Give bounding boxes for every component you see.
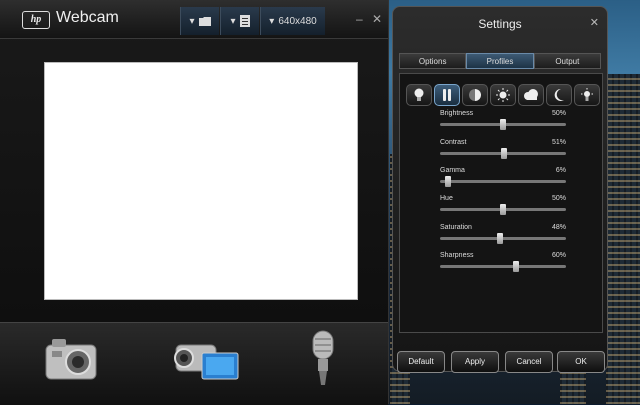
slider-contrast: Contrast 51% — [440, 139, 566, 163]
apply-button[interactable]: Apply — [451, 351, 499, 373]
preset-half-moon-light[interactable] — [462, 84, 488, 106]
moon-icon — [554, 88, 564, 101]
chevron-down-icon: ▾ — [230, 15, 236, 27]
preset-sun[interactable] — [490, 84, 516, 106]
resolution-dropdown[interactable]: ▾ 640x480 — [260, 7, 325, 35]
fluorescent-icon — [443, 89, 451, 101]
slider-label: Hue — [440, 195, 453, 202]
tab-output[interactable]: Output — [533, 53, 601, 69]
ok-button[interactable]: OK — [557, 351, 605, 373]
slider-label: Contrast — [440, 139, 467, 146]
camera-preview — [44, 62, 358, 300]
slider-saturation: Saturation 48% — [440, 224, 566, 248]
microphone-icon[interactable] — [308, 329, 338, 389]
slider-label: Brightness — [440, 110, 474, 117]
slider-thumb[interactable] — [500, 119, 506, 130]
slider-value: 60% — [551, 252, 566, 259]
building — [606, 74, 640, 404]
slider-label: Sharpness — [440, 252, 474, 259]
settings-tabs: Options Profiles Output — [399, 53, 601, 69]
slider-thumb[interactable] — [501, 148, 508, 159]
preset-moon[interactable] — [546, 84, 572, 106]
settings-title: Settings — [478, 17, 522, 31]
slider-value: 6% — [555, 167, 566, 174]
preset-row — [406, 84, 600, 106]
close-button[interactable]: ✕ — [590, 16, 599, 29]
spotlight-icon — [581, 88, 593, 101]
preset-spotlight[interactable] — [574, 84, 600, 106]
document-dropdown-button[interactable]: ▾ — [220, 7, 259, 35]
folder-icon — [198, 17, 211, 26]
default-button[interactable]: Default — [397, 351, 445, 373]
camera-icon[interactable] — [44, 337, 100, 383]
slider-label: Gamma — [440, 167, 465, 174]
window-title: Webcam — [56, 9, 119, 26]
folder-dropdown-button[interactable]: ▾ — [180, 7, 219, 35]
slider-thumb[interactable] — [500, 204, 506, 215]
lamp-icon — [414, 88, 424, 101]
tab-profiles[interactable]: Profiles — [466, 53, 534, 69]
slider-brightness: Brightness 50% — [440, 110, 566, 134]
cloudy-icon — [524, 89, 538, 100]
slider-thumb[interactable] — [512, 261, 519, 272]
tab-options[interactable]: Options — [399, 53, 467, 69]
preset-fluorescent[interactable] — [434, 84, 460, 106]
chevron-down-icon: ▾ — [189, 15, 195, 27]
preset-cloudy[interactable] — [518, 84, 544, 106]
slider-thumb[interactable] — [444, 176, 451, 187]
chevron-down-icon: ▾ — [269, 15, 275, 27]
slider-value: 50% — [551, 110, 566, 117]
slider-label: Saturation — [440, 224, 472, 231]
webcam-titlebar: hp Webcam ▾ ▾ ▾ 640x480 – ✕ — [0, 0, 388, 39]
resolution-label: 640x480 — [278, 15, 317, 27]
slider-hue: Hue 50% — [440, 195, 566, 219]
close-button[interactable]: ✕ — [372, 12, 382, 26]
minimize-button[interactable]: – — [356, 12, 363, 26]
half-moon-light-icon — [469, 89, 481, 101]
video-camera-icon[interactable] — [172, 335, 242, 385]
slider-track[interactable] — [440, 180, 566, 183]
slider-track[interactable] — [440, 265, 566, 268]
slider-value: 51% — [551, 139, 566, 146]
settings-window: Settings ✕ Options Profiles Output Brigh… — [392, 6, 608, 373]
cancel-button[interactable]: Cancel — [505, 351, 553, 373]
slider-value: 48% — [551, 224, 566, 231]
slider-gamma: Gamma 6% — [440, 167, 566, 191]
slider-value: 50% — [551, 195, 566, 202]
preset-lamp[interactable] — [406, 84, 432, 106]
sun-icon — [496, 88, 510, 102]
profiles-panel: Brightness 50% Contrast 51% Gamma 6% Hue… — [399, 73, 603, 333]
slider-thumb[interactable] — [497, 233, 504, 244]
capture-toolbar — [0, 322, 388, 405]
watermark: groovyPost.com — [247, 188, 355, 203]
document-icon — [239, 15, 250, 27]
hp-logo: hp — [22, 11, 50, 29]
slider-sharpness: Sharpness 60% — [440, 252, 566, 276]
